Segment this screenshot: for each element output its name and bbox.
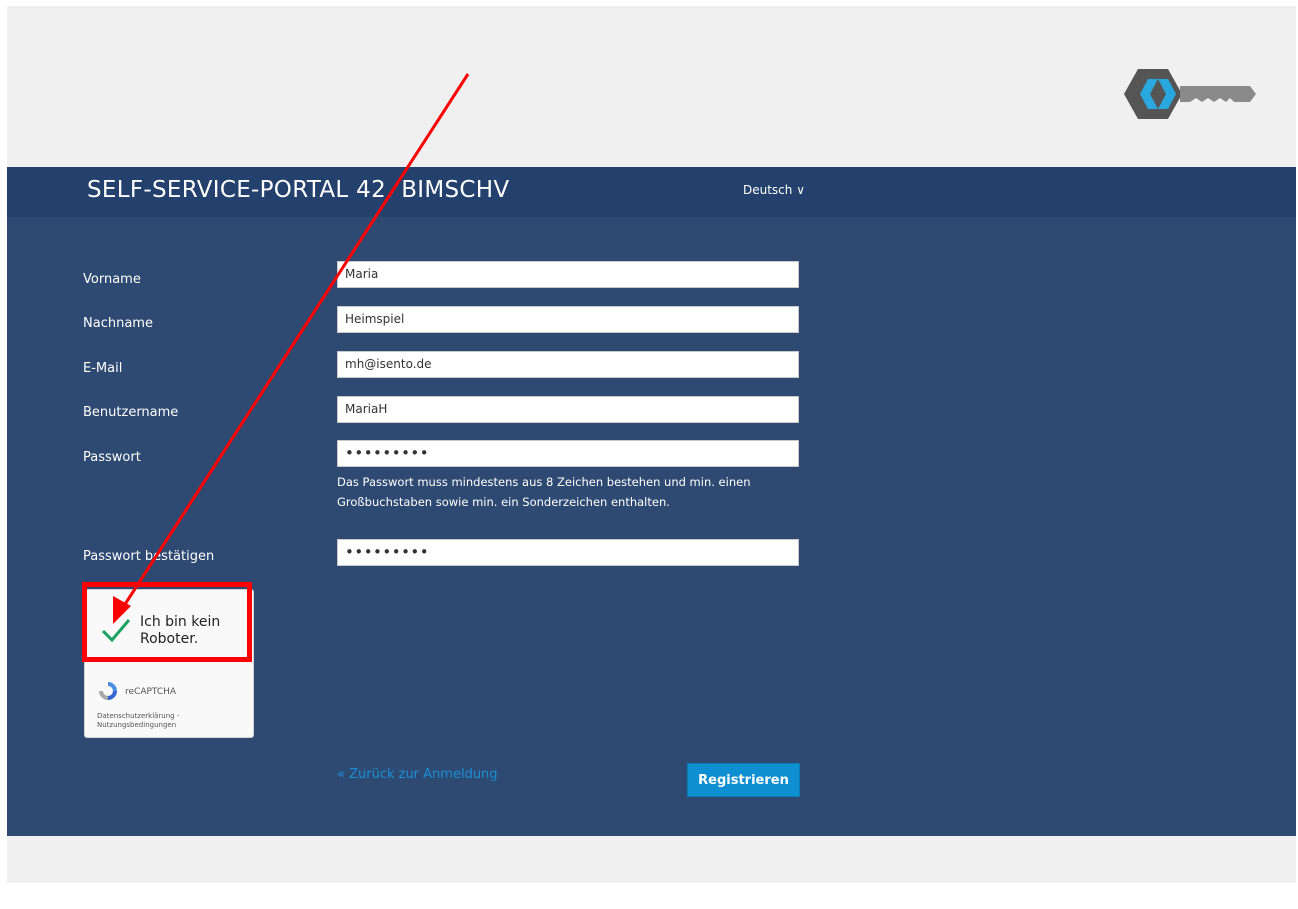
- page-title: SELF-SERVICE-PORTAL 42. BIMSCHV: [87, 177, 510, 203]
- last-name-input[interactable]: Heimspiel: [337, 306, 799, 333]
- username-input[interactable]: MariaH: [337, 396, 799, 423]
- header-bar: SELF-SERVICE-PORTAL 42. BIMSCHV Deutsch …: [7, 167, 1296, 217]
- confirm-password-input[interactable]: •••••••••: [337, 539, 799, 566]
- captcha-links[interactable]: Datenschutzerklärung - Nutzungsbedingung…: [97, 712, 247, 730]
- password-label: Passwort: [83, 450, 141, 465]
- register-button[interactable]: Registrieren: [687, 763, 800, 797]
- password-input[interactable]: •••••••••: [337, 440, 799, 467]
- username-label: Benutzername: [83, 405, 179, 420]
- first-name-label: Vorname: [83, 272, 141, 287]
- back-to-login-link[interactable]: « Zurück zur Anmeldung: [337, 767, 498, 782]
- page-background: SELF-SERVICE-PORTAL 42. BIMSCHV Deutsch …: [7, 6, 1296, 883]
- key-logo-icon: [1124, 69, 1256, 119]
- recaptcha-widget: Ich bin kein Roboter. reCAPTCHA Datensch…: [84, 589, 254, 738]
- recaptcha-icon: [99, 682, 117, 700]
- confirm-password-label: Passwort bestätigen: [83, 549, 215, 564]
- captcha-label: Ich bin kein Roboter.: [140, 614, 221, 647]
- email-input[interactable]: mh@isento.de: [337, 351, 799, 378]
- registration-form: Vorname Maria Nachname Heimspiel E-Mail …: [7, 217, 1296, 836]
- email-label: E-Mail: [83, 361, 123, 376]
- first-name-input[interactable]: Maria: [337, 261, 799, 288]
- password-hint: Das Passwort muss mindestens aus 8 Zeich…: [337, 475, 751, 509]
- captcha-brand: reCAPTCHA: [125, 687, 177, 697]
- last-name-label: Nachname: [83, 316, 153, 331]
- language-selector[interactable]: Deutsch ∨: [743, 183, 805, 197]
- checkmark-icon[interactable]: [100, 614, 132, 646]
